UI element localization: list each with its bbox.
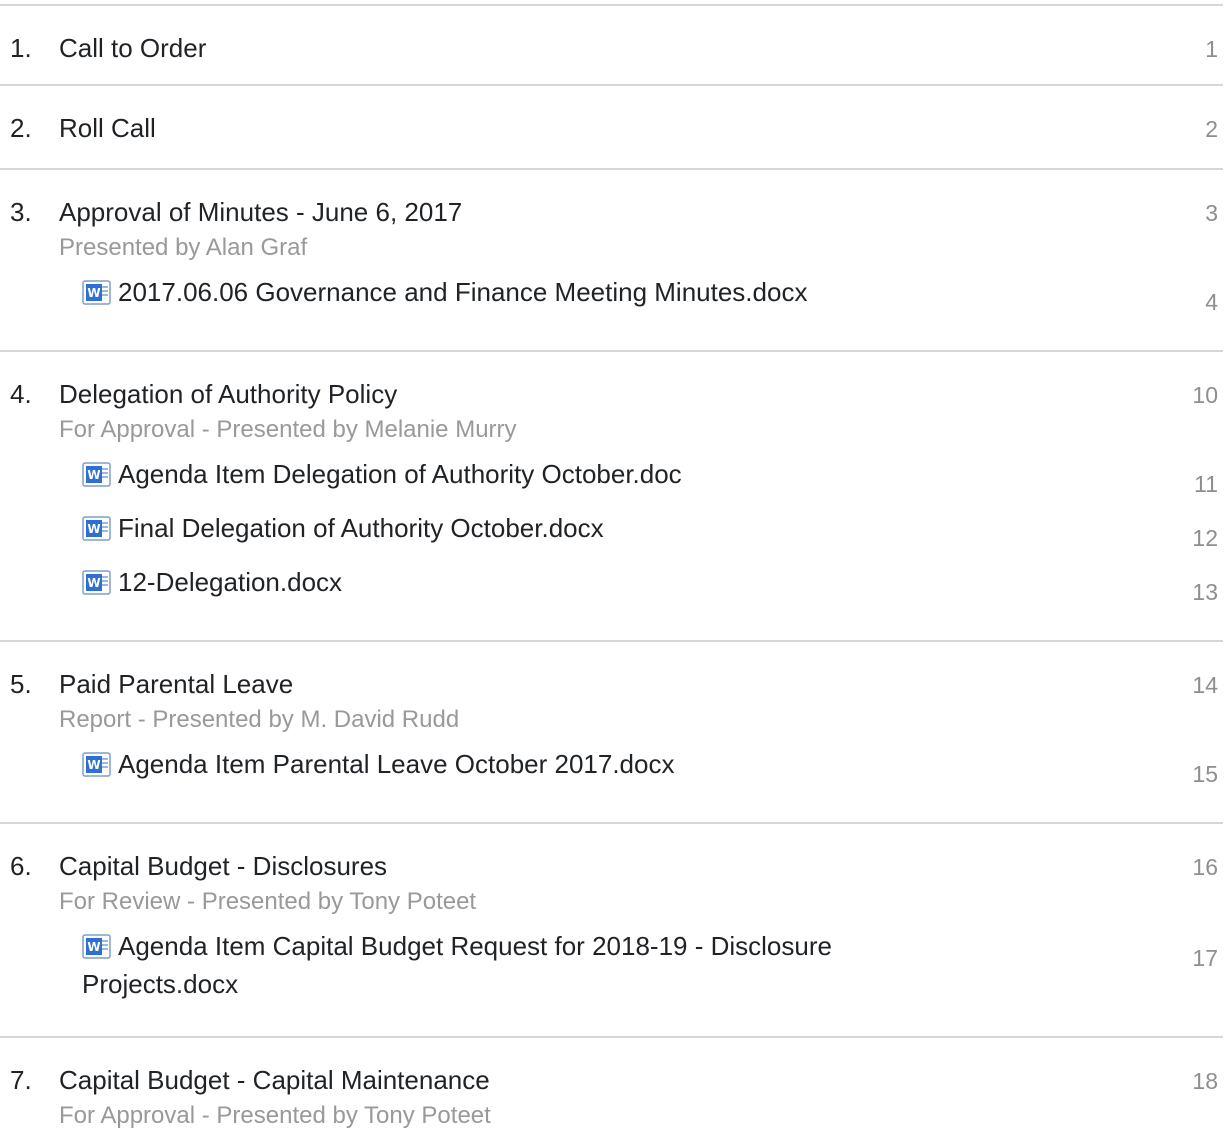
svg-text:W: W (87, 758, 100, 772)
page-number: 11 (1194, 471, 1218, 497)
page-number: 18 (1192, 1068, 1218, 1094)
page-number: 3 (1205, 200, 1218, 226)
item-number: 2. (10, 113, 32, 143)
attachment-link[interactable]: W Agenda Item Parental Leave October 201… (82, 748, 674, 780)
item-number: 7. (10, 1065, 32, 1095)
agenda-item-header[interactable]: 2. Roll Call 2 (0, 86, 1223, 168)
agenda-item-header[interactable]: 1. Call to Order 1 (0, 6, 1223, 84)
page-number: 13 (1192, 579, 1218, 605)
agenda-item-5[interactable]: 5. Paid Parental Leave 14 Report - Prese… (0, 640, 1223, 822)
item-presenter: Report - Presented by M. David Rudd (59, 706, 460, 733)
item-title[interactable]: Roll Call (59, 112, 156, 144)
page-number: 1 (1205, 36, 1218, 62)
item-presenter: For Approval - Presented by Tony Poteet (59, 1102, 491, 1129)
item-title[interactable]: Capital Budget - Disclosures (59, 850, 387, 882)
agenda-item-4[interactable]: 4. Delegation of Authority Policy 10 For… (0, 350, 1223, 640)
page-number: 10 (1192, 382, 1218, 408)
svg-text:W: W (87, 940, 100, 954)
word-document-icon: W (82, 569, 111, 595)
attachment-filename[interactable]: Agenda Item Capital Budget Request for 2… (118, 930, 832, 962)
agenda-item-7[interactable]: 7. Capital Budget - Capital Maintenance … (0, 1036, 1223, 1132)
page-number: 2 (1205, 116, 1218, 142)
attachment-link[interactable]: W 2017.06.06 Governance and Finance Meet… (82, 276, 807, 308)
page-number: 15 (1192, 761, 1218, 787)
agenda-item-header[interactable]: 5. Paid Parental Leave 14 (0, 642, 1223, 699)
word-document-icon: W (82, 751, 111, 777)
page-number: 17 (1192, 945, 1218, 971)
svg-text:W: W (87, 576, 100, 590)
item-number: 5. (10, 669, 32, 699)
attachment-filename[interactable]: Agenda Item Delegation of Authority Octo… (118, 458, 682, 490)
attachment-link[interactable]: W 12-Delegation.docx (82, 566, 342, 598)
attachment-list: W Agenda Item Delegation of Authority Oc… (0, 458, 1223, 640)
attachment-filename[interactable]: 12-Delegation.docx (118, 566, 342, 598)
item-number: 6. (10, 851, 32, 881)
attachment-link[interactable]: W Agenda Item Delegation of Authority Oc… (82, 458, 682, 490)
attachment-item[interactable]: W 12-Delegation.docx 13 (0, 566, 1223, 620)
attachment-list: W 2017.06.06 Governance and Finance Meet… (0, 276, 1223, 350)
item-title[interactable]: Paid Parental Leave (59, 668, 293, 700)
attachment-link[interactable]: W Agenda Item Capital Budget Request for… (82, 930, 982, 962)
page-number: 16 (1192, 854, 1218, 880)
attachment-item[interactable]: W 2017.06.06 Governance and Finance Meet… (0, 276, 1223, 330)
word-document-icon: W (82, 279, 111, 305)
item-number: 1. (10, 33, 32, 63)
agenda-item-3[interactable]: 3. Approval of Minutes - June 6, 2017 3 … (0, 168, 1223, 350)
attachment-item[interactable]: W Agenda Item Parental Leave October 201… (0, 748, 1223, 802)
item-presenter: For Review - Presented by Tony Poteet (59, 888, 477, 915)
item-number: 3. (10, 197, 32, 227)
agenda-item-1[interactable]: 1. Call to Order 1 (0, 4, 1223, 84)
page-number: 12 (1192, 525, 1218, 551)
attachment-filename[interactable]: Agenda Item Parental Leave October 2017.… (118, 748, 674, 780)
agenda-item-2[interactable]: 2. Roll Call 2 (0, 84, 1223, 168)
attachment-filename[interactable]: Final Delegation of Authority October.do… (118, 512, 604, 544)
agenda-item-header[interactable]: 3. Approval of Minutes - June 6, 2017 3 (0, 170, 1223, 227)
agenda-item-header[interactable]: 6. Capital Budget - Disclosures 16 (0, 824, 1223, 881)
svg-text:W: W (87, 286, 100, 300)
page-number: 14 (1192, 672, 1218, 698)
attachment-list: W Agenda Item Capital Budget Request for… (0, 930, 1223, 1036)
item-title[interactable]: Capital Budget - Capital Maintenance (59, 1064, 490, 1096)
attachment-item[interactable]: W Final Delegation of Authority October.… (0, 512, 1223, 566)
svg-text:W: W (87, 522, 100, 536)
item-title[interactable]: Call to Order (59, 32, 206, 64)
agenda-item-header[interactable]: 4. Delegation of Authority Policy 10 (0, 352, 1223, 409)
item-presenter: Presented by Alan Graf (59, 234, 308, 261)
attachment-filename[interactable]: 2017.06.06 Governance and Finance Meetin… (118, 276, 807, 308)
item-title[interactable]: Delegation of Authority Policy (59, 378, 397, 410)
word-document-icon: W (82, 515, 111, 541)
attachment-item[interactable]: W Agenda Item Capital Budget Request for… (0, 930, 1223, 1016)
word-document-icon: W (82, 933, 111, 959)
agenda-list: 1. Call to Order 1 2. Roll Call 2 3. App… (0, 4, 1223, 1132)
agenda-item-header[interactable]: 7. Capital Budget - Capital Maintenance … (0, 1038, 1223, 1095)
item-presenter: For Approval - Presented by Melanie Murr… (59, 416, 517, 443)
word-document-icon: W (82, 461, 111, 487)
attachment-list: W Agenda Item Parental Leave October 201… (0, 748, 1223, 822)
svg-text:W: W (87, 468, 100, 482)
attachment-filename-continuation[interactable]: Projects.docx (82, 968, 238, 1000)
item-number: 4. (10, 379, 32, 409)
page-number: 4 (1205, 289, 1218, 315)
agenda-item-6[interactable]: 6. Capital Budget - Disclosures 16 For R… (0, 822, 1223, 1036)
attachment-item[interactable]: W Agenda Item Delegation of Authority Oc… (0, 458, 1223, 512)
item-title[interactable]: Approval of Minutes - June 6, 2017 (59, 196, 462, 228)
attachment-link[interactable]: W Final Delegation of Authority October.… (82, 512, 604, 544)
